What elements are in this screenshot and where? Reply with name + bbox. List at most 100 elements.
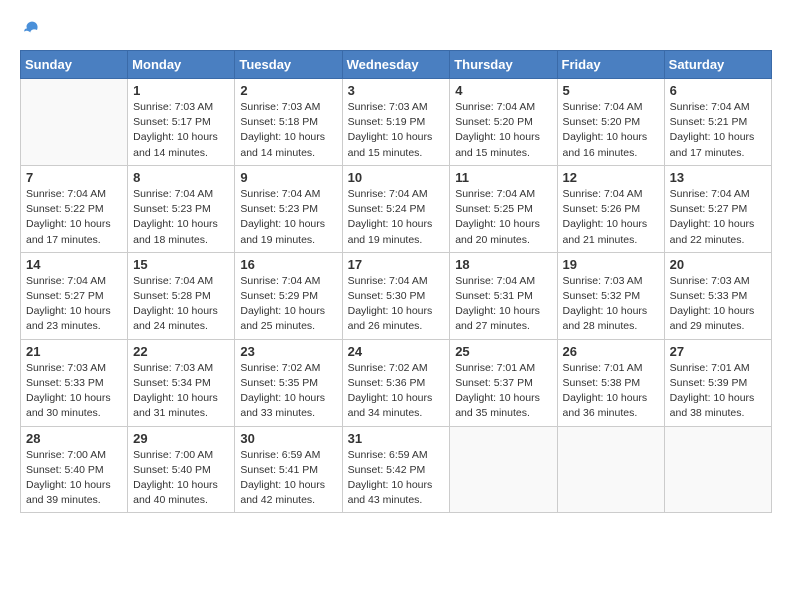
day-info: Sunrise: 7:03 AMSunset: 5:34 PMDaylight:… (133, 361, 229, 422)
day-number: 5 (563, 83, 659, 98)
day-info: Sunrise: 7:02 AMSunset: 5:36 PMDaylight:… (348, 361, 445, 422)
calendar-cell: 4Sunrise: 7:04 AMSunset: 5:20 PMDaylight… (450, 79, 557, 166)
day-info: Sunrise: 7:04 AMSunset: 5:27 PMDaylight:… (670, 187, 766, 248)
day-info: Sunrise: 7:03 AMSunset: 5:18 PMDaylight:… (240, 100, 336, 161)
calendar-cell: 22 Sunrise: 7:03 AMSunset: 5:34 PMDayligh… (128, 339, 235, 426)
calendar-table: SundayMondayTuesdayWednesdayThursdayFrid… (20, 50, 772, 513)
day-info: Sunrise: 7:00 AMSunset: 5:40 PMDaylight:… (26, 448, 122, 509)
day-number: 15 (133, 257, 229, 272)
calendar-week-row: 21 Sunrise: 7:03 AMSunset: 5:33 PMDayligh… (21, 339, 772, 426)
calendar-cell: 24 Sunrise: 7:02 AMSunset: 5:36 PMDayligh… (342, 339, 450, 426)
day-number: 22 (133, 344, 229, 359)
day-number: 24 (348, 344, 445, 359)
day-info: Sunrise: 7:04 AMSunset: 5:31 PMDaylight:… (455, 274, 551, 335)
page-header (20, 20, 772, 40)
day-info: Sunrise: 7:03 AMSunset: 5:33 PMDaylight:… (26, 361, 122, 422)
calendar-cell: 6 Sunrise: 7:04 AMSunset: 5:21 PMDaylight… (664, 79, 771, 166)
calendar-cell: 30 Sunrise: 6:59 AMSunset: 5:41 PMDayligh… (235, 426, 342, 513)
day-info: Sunrise: 7:03 AMSunset: 5:19 PMDaylight:… (348, 100, 445, 161)
calendar-cell: 3 Sunrise: 7:03 AMSunset: 5:19 PMDaylight… (342, 79, 450, 166)
calendar-cell: 31 Sunrise: 6:59 AMSunset: 5:42 PMDayligh… (342, 426, 450, 513)
calendar-cell: 7 Sunrise: 7:04 AMSunset: 5:22 PMDaylight… (21, 165, 128, 252)
calendar-cell: 8Sunrise: 7:04 AMSunset: 5:23 PMDaylight… (128, 165, 235, 252)
weekday-header: Saturday (664, 51, 771, 79)
calendar-header-row: SundayMondayTuesdayWednesdayThursdayFrid… (21, 51, 772, 79)
day-number: 26 (563, 344, 659, 359)
day-number: 3 (348, 83, 445, 98)
calendar-cell: 20 Sunrise: 7:03 AMSunset: 5:33 PMDayligh… (664, 252, 771, 339)
day-info: Sunrise: 7:03 AMSunset: 5:17 PMDaylight:… (133, 100, 229, 161)
day-number: 9 (240, 170, 336, 185)
day-info: Sunrise: 7:04 AMSunset: 5:22 PMDaylight:… (26, 187, 122, 248)
calendar-cell: 23 Sunrise: 7:02 AMSunset: 5:35 PMDayligh… (235, 339, 342, 426)
calendar-cell: 26 Sunrise: 7:01 AMSunset: 5:38 PMDayligh… (557, 339, 664, 426)
day-info: Sunrise: 7:01 AMSunset: 5:37 PMDaylight:… (455, 361, 551, 422)
calendar-cell: 11 Sunrise: 7:04 AMSunset: 5:25 PMDayligh… (450, 165, 557, 252)
day-info: Sunrise: 7:01 AMSunset: 5:39 PMDaylight:… (670, 361, 766, 422)
calendar-cell: 21 Sunrise: 7:03 AMSunset: 5:33 PMDayligh… (21, 339, 128, 426)
day-number: 20 (670, 257, 766, 272)
logo-bird-icon (22, 20, 42, 40)
calendar-cell: 14 Sunrise: 7:04 AMSunset: 5:27 PMDayligh… (21, 252, 128, 339)
calendar-cell (450, 426, 557, 513)
day-number: 8 (133, 170, 229, 185)
day-number: 18 (455, 257, 551, 272)
day-info: Sunrise: 7:00 AMSunset: 5:40 PMDaylight:… (133, 448, 229, 509)
day-number: 7 (26, 170, 122, 185)
weekday-header: Monday (128, 51, 235, 79)
day-number: 23 (240, 344, 336, 359)
calendar-cell (21, 79, 128, 166)
day-number: 27 (670, 344, 766, 359)
calendar-cell (557, 426, 664, 513)
calendar-cell: 28Sunrise: 7:00 AMSunset: 5:40 PMDayligh… (21, 426, 128, 513)
day-info: Sunrise: 7:04 AMSunset: 5:23 PMDaylight:… (240, 187, 336, 248)
day-number: 2 (240, 83, 336, 98)
day-number: 21 (26, 344, 122, 359)
day-info: Sunrise: 7:01 AMSunset: 5:38 PMDaylight:… (563, 361, 659, 422)
day-number: 11 (455, 170, 551, 185)
day-info: Sunrise: 7:04 AMSunset: 5:25 PMDaylight:… (455, 187, 551, 248)
calendar-cell: 15 Sunrise: 7:04 AMSunset: 5:28 PMDayligh… (128, 252, 235, 339)
calendar-cell: 27 Sunrise: 7:01 AMSunset: 5:39 PMDayligh… (664, 339, 771, 426)
calendar-cell: 13 Sunrise: 7:04 AMSunset: 5:27 PMDayligh… (664, 165, 771, 252)
day-info: Sunrise: 7:04 AMSunset: 5:26 PMDaylight:… (563, 187, 659, 248)
day-number: 29 (133, 431, 229, 446)
calendar-cell: 9 Sunrise: 7:04 AMSunset: 5:23 PMDaylight… (235, 165, 342, 252)
day-info: Sunrise: 6:59 AMSunset: 5:42 PMDaylight:… (348, 448, 445, 509)
day-number: 30 (240, 431, 336, 446)
day-info: Sunrise: 7:04 AMSunset: 5:21 PMDaylight:… (670, 100, 766, 161)
day-info: Sunrise: 7:02 AMSunset: 5:35 PMDaylight:… (240, 361, 336, 422)
day-number: 12 (563, 170, 659, 185)
calendar-cell: 18 Sunrise: 7:04 AMSunset: 5:31 PMDayligh… (450, 252, 557, 339)
calendar-cell: 17 Sunrise: 7:04 AMSunset: 5:30 PMDayligh… (342, 252, 450, 339)
weekday-header: Friday (557, 51, 664, 79)
weekday-header: Wednesday (342, 51, 450, 79)
day-number: 16 (240, 257, 336, 272)
day-info: Sunrise: 7:04 AMSunset: 5:20 PMDaylight:… (455, 100, 551, 161)
day-info: Sunrise: 7:04 AMSunset: 5:29 PMDaylight:… (240, 274, 336, 335)
calendar-week-row: 28Sunrise: 7:00 AMSunset: 5:40 PMDayligh… (21, 426, 772, 513)
day-info: Sunrise: 7:04 AMSunset: 5:24 PMDaylight:… (348, 187, 445, 248)
day-number: 6 (670, 83, 766, 98)
day-info: Sunrise: 7:03 AMSunset: 5:33 PMDaylight:… (670, 274, 766, 335)
calendar-cell: 25 Sunrise: 7:01 AMSunset: 5:37 PMDayligh… (450, 339, 557, 426)
calendar-week-row: 1Sunrise: 7:03 AMSunset: 5:17 PMDaylight… (21, 79, 772, 166)
day-number: 31 (348, 431, 445, 446)
day-info: Sunrise: 7:03 AMSunset: 5:32 PMDaylight:… (563, 274, 659, 335)
day-info: Sunrise: 7:04 AMSunset: 5:27 PMDaylight:… (26, 274, 122, 335)
day-info: Sunrise: 7:04 AMSunset: 5:28 PMDaylight:… (133, 274, 229, 335)
calendar-cell: 16 Sunrise: 7:04 AMSunset: 5:29 PMDayligh… (235, 252, 342, 339)
day-info: Sunrise: 7:04 AMSunset: 5:30 PMDaylight:… (348, 274, 445, 335)
calendar-cell: 29 Sunrise: 7:00 AMSunset: 5:40 PMDayligh… (128, 426, 235, 513)
day-info: Sunrise: 7:04 AMSunset: 5:20 PMDaylight:… (563, 100, 659, 161)
day-info: Sunrise: 6:59 AMSunset: 5:41 PMDaylight:… (240, 448, 336, 509)
weekday-header: Tuesday (235, 51, 342, 79)
day-number: 14 (26, 257, 122, 272)
calendar-week-row: 14 Sunrise: 7:04 AMSunset: 5:27 PMDayligh… (21, 252, 772, 339)
day-number: 17 (348, 257, 445, 272)
day-number: 25 (455, 344, 551, 359)
calendar-cell: 5 Sunrise: 7:04 AMSunset: 5:20 PMDaylight… (557, 79, 664, 166)
day-number: 13 (670, 170, 766, 185)
calendar-cell: 12 Sunrise: 7:04 AMSunset: 5:26 PMDayligh… (557, 165, 664, 252)
calendar-week-row: 7 Sunrise: 7:04 AMSunset: 5:22 PMDaylight… (21, 165, 772, 252)
